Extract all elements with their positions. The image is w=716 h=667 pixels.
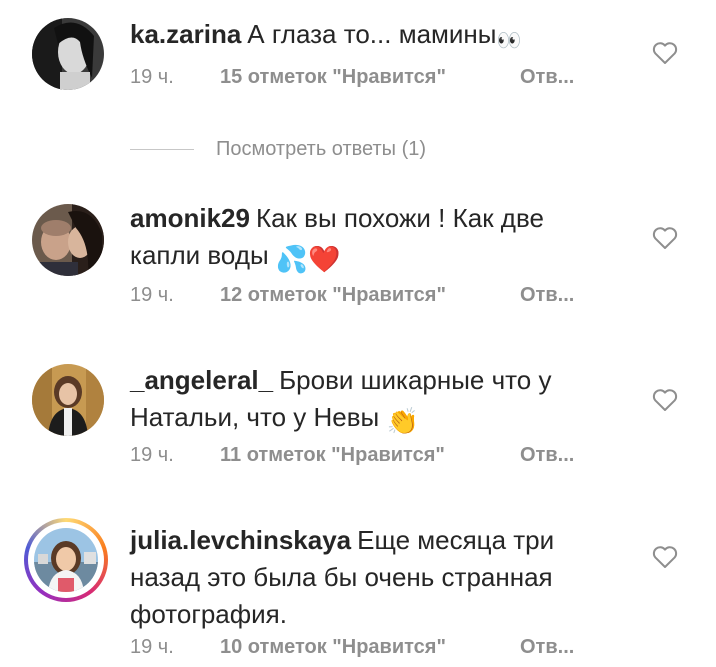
avatar[interactable] [32, 364, 104, 436]
comment-username[interactable]: julia.levchinskaya [130, 525, 351, 555]
comment-likes[interactable]: 15 отметок "Нравится" [220, 66, 520, 89]
comments-list: ka.zarina А глаза то... мамины👀 19 ч. 15 о… [0, 0, 716, 667]
heart-outline-icon[interactable] [652, 226, 678, 250]
avatar[interactable] [32, 204, 104, 276]
story-ring[interactable] [24, 518, 108, 602]
comment-time: 19 ч. [130, 66, 174, 88]
comment-meta: 19 ч. 12 отметок "Нравится" Отв... [130, 284, 574, 307]
comment-body: julia.levchinskaya Еще месяца три назад э… [130, 522, 600, 633]
heart-outline-icon[interactable] [652, 41, 678, 65]
sweat-droplets-heart-emoji: 💦❤️ [275, 244, 341, 274]
comment-meta: 19 ч. 10 отметок "Нравится" Отв... [130, 636, 574, 659]
avatar[interactable] [32, 18, 104, 90]
reply-button[interactable]: Отв... [520, 284, 574, 306]
comment-meta: 19 ч. 11 отметок "Нравится" Отв... [130, 444, 574, 467]
comment-body: _angeleral_ Брови шикарные что у Натальи,… [130, 362, 600, 440]
comment-time: 19 ч. [130, 444, 174, 466]
heart-outline-icon[interactable] [652, 545, 678, 569]
comment-username[interactable]: ka.zarina [130, 19, 241, 49]
replies-divider [130, 148, 194, 150]
reply-button[interactable]: Отв... [520, 66, 574, 88]
comment-time: 19 ч. [130, 284, 174, 306]
clapping-hands-emoji: 👏 [386, 406, 419, 436]
heart-outline-icon[interactable] [652, 388, 678, 412]
comment-likes[interactable]: 11 отметок "Нравится" [220, 444, 520, 467]
comment-meta: 19 ч. 15 отметок "Нравится" Отв... [130, 66, 574, 89]
story-ring-gap [28, 522, 104, 598]
avatar [34, 528, 98, 592]
comment-likes[interactable]: 12 отметок "Нравится" [220, 284, 520, 307]
comment-time: 19 ч. [130, 636, 174, 658]
comment-username[interactable]: amonik29 [130, 203, 250, 233]
comment-likes[interactable]: 10 отметок "Нравится" [220, 636, 520, 659]
view-replies-label: Посмотреть ответы (1) [216, 137, 427, 160]
reply-button[interactable]: Отв... [520, 444, 574, 466]
comment-username[interactable]: _angeleral_ [130, 365, 273, 395]
comment-body: amonik29 Как вы похожи ! Как две капли во… [130, 200, 600, 278]
eyes-emoji: 👀 [496, 30, 522, 52]
view-replies-link[interactable]: Посмотреть ответы (1) [130, 134, 426, 164]
comment-text: А глаза то... мамины [247, 19, 497, 49]
comment-body: ka.zarina А глаза то... мамины👀 [130, 16, 600, 60]
reply-button[interactable]: Отв... [520, 636, 574, 658]
